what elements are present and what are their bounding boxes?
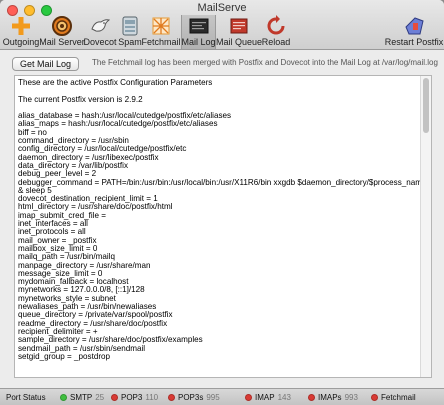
log-text-view[interactable]: These are the active Postfix Configurati… [14,75,432,378]
status-bar: Port Status SMTP 25 POP3 110 POP3s 995 IMAP… [0,388,444,405]
toolbar-spam-button[interactable]: Spam [118,15,142,49]
restart-icon [405,17,424,35]
fetchmail-icon [152,17,170,35]
status-indicator-icon [308,394,315,401]
log-line: The current Postfix version is 2.9.2 [18,94,143,104]
toolbar-fetchmail-button[interactable]: Fetchmail [141,15,181,49]
log-line: debugger_command = PATH=/bin:/usr/bin:/u… [18,177,432,187]
gear-icon [52,16,72,36]
log-line: setgid_group = _postdrop [18,351,111,361]
mail-queue-icon [230,18,248,34]
log-content: These are the active Postfix Configurati… [15,76,432,364]
toolbar-reload-button[interactable]: Reload [262,15,290,49]
mail-log-icon [189,18,208,34]
status-pop3: POP3 110 [111,393,158,402]
toolbar-label: Reload [261,37,291,47]
status-imaps: IMAPs 993 [308,393,358,402]
toolbar-restart-postfix-button[interactable]: Restart Postfix [385,15,443,49]
toolbar-label: Mail Server [39,37,85,47]
toolbar-label: Mail Log [181,37,216,47]
vertical-scrollbar[interactable] [420,76,431,377]
spam-icon [122,16,138,36]
toolbar-outgoing-button[interactable]: Outgoing [2,15,40,49]
port-status-label: Port Status [6,393,46,402]
toolbar-label: Mail Queue [215,37,263,47]
info-row: Get Mail Log The Fetchmail log has been … [12,57,438,71]
get-mail-log-button[interactable]: Get Mail Log [12,57,79,71]
toolbar: MailServe Outgoing Mail Server Dovecot S… [0,0,444,50]
toolbar-label: Restart Postfix [384,37,444,47]
log-line: These are the active Postfix Configurati… [18,78,213,87]
toolbar-label: Spam [118,37,142,47]
dove-icon [91,19,111,32]
status-indicator-icon [371,394,378,401]
mailserve-window: MailServe Outgoing Mail Server Dovecot S… [0,0,444,405]
toolbar-mail-server-button[interactable]: Mail Server [39,15,85,49]
toolbar-mail-log-button[interactable]: Mail Log [181,15,216,49]
status-indicator-icon [60,394,67,401]
toolbar-label: Fetchmail [141,37,181,47]
scrollbar-thumb[interactable] [423,78,429,133]
toolbar-mail-queue-button[interactable]: Mail Queue [215,15,263,49]
info-message: The Fetchmail log has been merged with P… [92,58,438,67]
reload-icon [267,15,285,35]
status-indicator-icon [111,394,118,401]
status-indicator-icon [245,394,252,401]
toolbar-label: Outgoing [2,37,40,47]
plus-icon [12,17,30,35]
toolbar-label: Dovecot [83,37,117,47]
status-pop3s: POP3s 995 [168,393,220,402]
log-line: alias_maps = hash:/usr/local/cutedge/pos… [18,119,218,129]
status-smtp: SMTP 25 [60,393,104,402]
status-indicator-icon [168,394,175,401]
status-imap: IMAP 143 [245,393,291,402]
window-title: MailServe [197,2,247,14]
toolbar-dovecot-button[interactable]: Dovecot [83,15,117,49]
status-fetchmail: Fetchmail [371,393,419,402]
